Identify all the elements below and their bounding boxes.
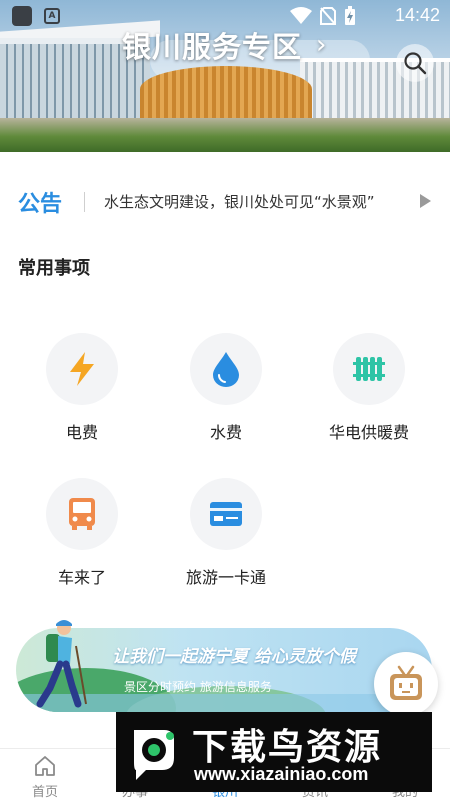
service-label: 华电供暖费 (328, 423, 409, 442)
hero-golden-dome (140, 66, 312, 124)
tab-label: 首页 (31, 785, 58, 800)
bus-icon (69, 498, 95, 530)
floating-assistant-button[interactable] (374, 652, 438, 716)
service-travel-card[interactable]: 旅游一卡通 (166, 478, 286, 588)
tab-home[interactable]: 首页 (0, 749, 90, 800)
chevron-right-icon[interactable]: › (316, 30, 326, 60)
status-time: 14:42 (394, 5, 440, 25)
watermark-title: 下载鸟资源 (192, 727, 383, 768)
bird-logo-icon (134, 730, 174, 780)
service-icon-circle (333, 333, 405, 405)
hero-ground (0, 118, 450, 152)
no-sim-icon (320, 7, 336, 25)
radiator-icon (353, 357, 385, 381)
search-button[interactable] (396, 44, 434, 82)
service-label: 旅游一卡通 (185, 568, 266, 587)
service-label: 电费 (65, 423, 98, 442)
service-water[interactable]: 水费 (166, 333, 286, 443)
service-electricity[interactable]: 电费 (22, 333, 142, 443)
lightning-icon (70, 352, 94, 386)
notice-title: 公告 (18, 192, 63, 217)
watermark-url: www.xiazainiao.com (194, 764, 369, 784)
page-title[interactable]: 银川服务专区 (122, 24, 302, 66)
status-icons (290, 6, 356, 26)
play-arrow-icon[interactable] (420, 194, 431, 208)
wifi-icon (290, 7, 312, 24)
water-drop-icon (213, 352, 239, 387)
battery-charging-icon (345, 6, 355, 25)
service-icon-circle (46, 478, 118, 550)
app-notification-icon (12, 6, 32, 26)
notice-text[interactable]: 水生态文明建设，银川处处可见“水景观” (104, 191, 404, 212)
service-icon-circle (46, 333, 118, 405)
tv-robot-icon (390, 665, 422, 700)
service-icon-circle (190, 333, 262, 405)
service-heating[interactable]: 华电供暖费 (309, 333, 429, 443)
section-title: 常用事项 (18, 258, 90, 279)
home-icon (35, 756, 55, 776)
service-label: 水费 (209, 423, 242, 442)
service-icon-circle (190, 478, 262, 550)
watermark: 下载鸟资源 www.xiazainiao.com (116, 712, 432, 792)
app-badge-icon: A (44, 8, 60, 24)
notice-divider (84, 192, 85, 212)
card-icon (210, 502, 242, 526)
search-icon (404, 52, 427, 75)
banner-slogan: 让我们一起游宁夏 给心灵放个假 (112, 647, 356, 667)
service-bus[interactable]: 车来了 (22, 478, 142, 588)
service-label: 车来了 (57, 568, 106, 587)
hiker-illustration (36, 620, 87, 708)
banner-subtitle: 景区分时预约 旅游信息服务 (124, 680, 272, 694)
notice-bar[interactable]: 公告 水生态文明建设，银川处处可见“水景观” (0, 180, 450, 222)
